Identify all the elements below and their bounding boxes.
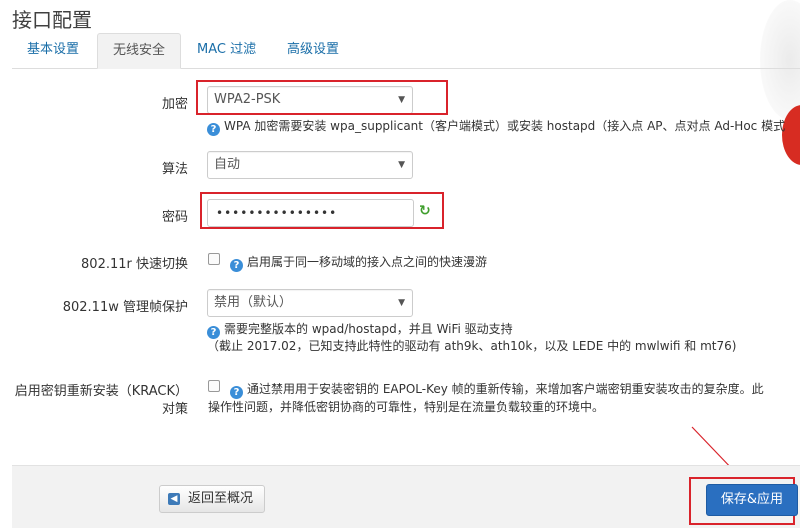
krack-description-line1: ? 通过禁用用于安装密钥的 EAPOL-Key 帧的重新传输，来增加客户端密钥重安… [230,380,764,399]
krack-checkbox[interactable] [208,380,220,392]
help-circle-icon: ? [207,123,220,136]
annotation-highlight-password [200,192,444,229]
fast-roaming-description: ? 启用属于同一移动域的接入点之间的快速漫游 [230,253,487,272]
tab-mac-filter[interactable]: MAC 过滤 [182,33,271,67]
algorithm-select[interactable]: 自动 ▼ [207,151,413,179]
save-apply-button[interactable]: 保存&应用 [706,484,798,516]
help-circle-icon: ? [230,259,243,272]
algorithm-value: 自动 [214,157,241,172]
fast-roaming-label: 802.11r 快速切换 [81,257,188,272]
chevron-down-icon: ▼ [398,298,405,308]
annotation-highlight-encryption [196,80,448,115]
mgmt-frame-hint-line2: （截止 2017.02，已知支持此特性的驱动有 ath9k、ath10k，以及 … [207,339,737,353]
back-arrow-icon: ◀ [168,493,180,505]
mgmt-frame-label: 802.11w 管理帧保护 [62,300,188,315]
krack-description-line2: 操作性问题，并降低密钥协商的可靠性，特别是在流量负载较重的环境中。 [208,400,605,414]
page-title: 接口配置 [12,8,92,32]
tab-advanced-settings[interactable]: 高级设置 [272,33,354,67]
krack-label-line2: 对策 [161,402,188,417]
back-to-overview-button[interactable]: ◀ 返回至概况 [159,485,265,513]
back-button-label: 返回至概况 [188,491,254,506]
tab-basic-settings[interactable]: 基本设置 [12,33,94,67]
mgmt-frame-select[interactable]: 禁用（默认） ▼ [207,289,413,317]
krack-label-line1: 启用密钥重新安装（KRACK） [14,384,188,399]
mgmt-frame-value: 禁用（默认） [214,295,293,310]
encryption-label: 加密 [161,97,188,112]
tab-bar: 基本设置 无线安全 MAC 过滤 高级设置 [12,33,800,69]
footer-bar: ◀ 返回至概况 保存&应用 [12,465,800,528]
tab-wireless-security[interactable]: 无线安全 [97,33,182,69]
encryption-hint: ? WPA 加密需要安装 wpa_supplicant（客户端模式）或安装 hos… [207,117,785,136]
password-label: 密码 [161,210,188,225]
algorithm-label: 算法 [161,162,188,177]
chevron-down-icon: ▼ [398,160,405,170]
fast-roaming-checkbox[interactable] [208,253,220,265]
